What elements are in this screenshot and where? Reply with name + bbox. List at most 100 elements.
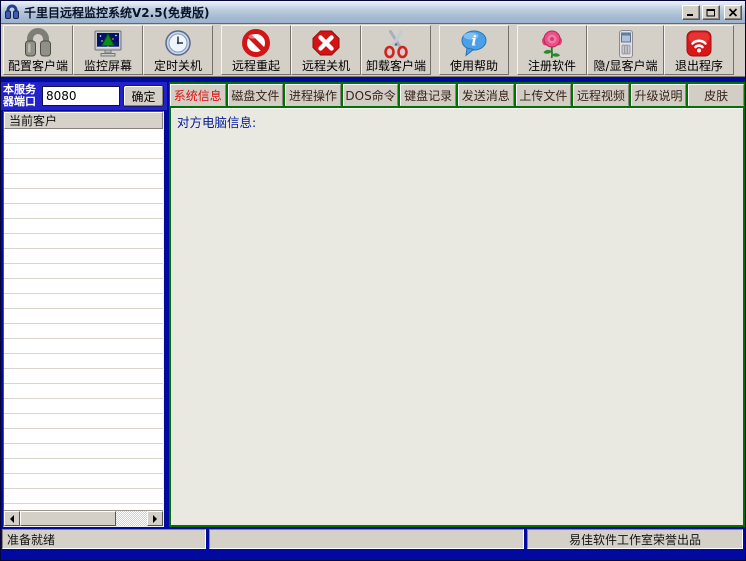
client-list-row [4, 459, 163, 474]
tab-send-message[interactable]: 发送消息 [458, 84, 514, 106]
remote-computer-info-label: 对方电脑信息: [177, 112, 737, 131]
port-input[interactable] [42, 86, 120, 106]
tab-skin[interactable]: 皮肤 [688, 84, 744, 106]
scrollbar-thumb[interactable] [20, 511, 116, 526]
tab-system-info[interactable]: 系统信息 [170, 84, 226, 106]
rose-icon [536, 28, 568, 60]
remote-shutdown-button[interactable]: 远程关机 [291, 25, 361, 75]
scrollbar-track[interactable] [116, 511, 147, 526]
maximize-button[interactable] [702, 5, 720, 20]
client-list-row [4, 249, 163, 264]
handheld-icon [610, 28, 642, 60]
toolbar-button-label: 卸载客户端 [366, 60, 426, 73]
client-list-row [4, 429, 163, 444]
close-button[interactable] [724, 5, 742, 20]
client-list-row [4, 399, 163, 414]
toolbar-separator [213, 25, 221, 75]
client-list-row [4, 144, 163, 159]
toolbar-button-label: 隐/显客户端 [593, 60, 657, 73]
tab-remote-video[interactable]: 远程视频 [573, 84, 629, 106]
client-list-row [4, 159, 163, 174]
monitor-screen-button[interactable]: 监控屏幕 [73, 25, 143, 75]
app-window: 千里目远程监控系统V2.5(免费版) 配置客户端 [0, 0, 746, 561]
toolbar-button-label: 使用帮助 [450, 60, 498, 73]
svg-text:i: i [471, 34, 476, 50]
client-list-row [4, 444, 163, 459]
client-list-row [4, 174, 163, 189]
toolbar-button-label: 退出程序 [675, 60, 723, 73]
client-list-row [4, 339, 163, 354]
window-title: 千里目远程监控系统V2.5(免费版) [24, 4, 682, 21]
toolbar: 配置客户端 监控屏幕 [1, 24, 745, 77]
toolbar-button-label: 监控屏幕 [84, 60, 132, 73]
hide-show-client-button[interactable]: 隐/显客户端 [587, 25, 664, 75]
configure-client-button[interactable]: 配置客户端 [3, 25, 73, 75]
tab-upgrade-notes[interactable]: 升级说明 [631, 84, 687, 106]
client-list-row [4, 279, 163, 294]
monitor-icon [92, 28, 124, 60]
tab-dos-command[interactable]: DOS命令 [343, 84, 399, 106]
info-bubble-icon: i [458, 28, 490, 60]
toolbar-button-label: 注册软件 [528, 60, 576, 73]
client-list-row [4, 264, 163, 279]
toolbar-button-label: 定时关机 [154, 60, 202, 73]
client-list-body[interactable] [4, 129, 163, 510]
toolbar-separator [431, 25, 439, 75]
status-ready-text: 准备就绪 [2, 529, 206, 549]
stop-x-icon [310, 28, 342, 60]
uninstall-client-button[interactable]: 卸载客户端 [361, 25, 431, 75]
bottom-strip [1, 549, 745, 560]
no-entry-icon [240, 28, 272, 60]
title-bar: 千里目远程监控系统V2.5(免费版) [1, 1, 745, 24]
app-binoculars-icon [4, 4, 20, 20]
toolbar-separator [509, 25, 517, 75]
scheduled-shutdown-button[interactable]: 定时关机 [143, 25, 213, 75]
toolbar-button-label: 远程重起 [232, 60, 280, 73]
tab-bar: 系统信息 磁盘文件 进程操作 DOS命令 键盘记录 发送消息 上传文件 远程视频… [169, 82, 745, 106]
main-area: 本服务器端口 确定 当前客户 系统信息 磁盘文件 进程操作 [1, 82, 745, 527]
toolbar-button-label: 配置客户端 [8, 60, 68, 73]
client-list-row [4, 129, 163, 144]
clock-icon [162, 28, 194, 60]
client-list-row [4, 489, 163, 504]
server-port-label: 本服务器端口 [3, 84, 42, 108]
client-list-row [4, 234, 163, 249]
binoculars-icon [22, 28, 54, 60]
client-list-row [4, 189, 163, 204]
horizontal-scrollbar [4, 510, 163, 526]
left-arrow-icon [6, 515, 14, 523]
system-info-panel: 对方电脑信息: [169, 106, 745, 527]
scroll-left-button[interactable] [4, 511, 20, 526]
client-list-row [4, 384, 163, 399]
remote-restart-button[interactable]: 远程重起 [221, 25, 291, 75]
minimize-button[interactable] [682, 5, 700, 20]
client-list-row [4, 294, 163, 309]
client-list-row [4, 369, 163, 384]
client-list-row [4, 219, 163, 234]
tab-keylogger[interactable]: 键盘记录 [400, 84, 456, 106]
right-arrow-icon [153, 515, 161, 523]
status-middle-panel [209, 529, 524, 549]
confirm-port-button[interactable]: 确定 [123, 85, 164, 107]
tab-upload-file[interactable]: 上传文件 [516, 84, 572, 106]
content-column: 系统信息 磁盘文件 进程操作 DOS命令 键盘记录 发送消息 上传文件 远程视频… [169, 82, 745, 527]
left-panel: 本服务器端口 确定 当前客户 [1, 82, 167, 527]
client-list-row [4, 474, 163, 489]
status-bar: 准备就绪 易佳软件工作室荣誉出品 [1, 527, 745, 549]
client-list-row [4, 414, 163, 429]
status-credits-text: 易佳软件工作室荣誉出品 [527, 529, 743, 549]
client-list-row [4, 324, 163, 339]
server-port-bar: 本服务器端口 确定 [1, 82, 167, 110]
scroll-right-button[interactable] [147, 511, 163, 526]
tab-disk-files[interactable]: 磁盘文件 [228, 84, 284, 106]
toolbar-button-label: 远程关机 [302, 60, 350, 73]
register-software-button[interactable]: 注册软件 [517, 25, 587, 75]
exit-program-button[interactable]: 退出程序 [664, 25, 734, 75]
client-list-row [4, 204, 163, 219]
client-list-header[interactable]: 当前客户 [4, 112, 163, 129]
client-list-row [4, 354, 163, 369]
help-button[interactable]: i 使用帮助 [439, 25, 509, 75]
wifi-exit-icon [683, 28, 715, 60]
scissors-icon [380, 28, 412, 60]
tab-process-operations[interactable]: 进程操作 [285, 84, 341, 106]
